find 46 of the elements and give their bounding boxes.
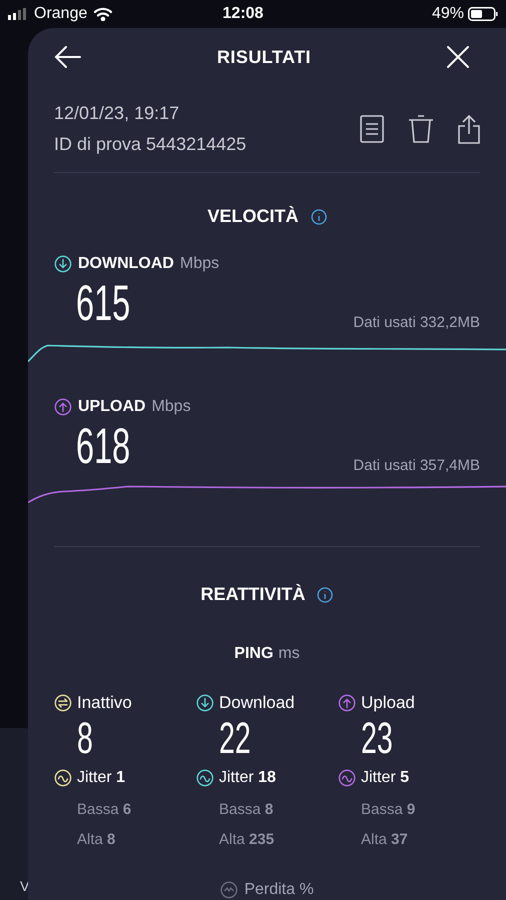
low-value: Bassa 6	[77, 800, 132, 820]
data-used: Dati usati 332,2MB	[353, 312, 480, 332]
speed-value: 618	[76, 421, 130, 471]
section-title: VELOCITÀ	[207, 205, 298, 228]
wave-icon	[54, 768, 72, 786]
ping-column-label: Download	[219, 692, 295, 714]
report-icon[interactable]	[360, 115, 384, 143]
section-title: REATTIVITÀ	[200, 583, 306, 606]
high-value: Alta 8	[77, 830, 116, 850]
info-icon[interactable]	[310, 208, 326, 224]
wifi-icon	[93, 7, 114, 21]
delete-icon[interactable]	[408, 114, 434, 144]
ping-column-label: Inattivo	[77, 692, 132, 714]
wave-icon	[196, 768, 214, 786]
test-date: 12/01/23, 19:17	[54, 102, 180, 125]
jitter-value: Jitter 18	[219, 768, 276, 788]
metric-unit: Mbps	[152, 397, 191, 417]
ping-label: PING	[234, 644, 274, 664]
metric-unit: Mbps	[180, 254, 220, 274]
wave-icon	[338, 768, 356, 786]
ping-value: 8	[77, 716, 93, 762]
ping-unit: ms	[278, 644, 300, 664]
ping-value: 22	[219, 716, 251, 762]
info-icon[interactable]	[317, 586, 334, 602]
battery-percent: 49%	[432, 4, 464, 24]
share-icon[interactable]	[458, 114, 480, 144]
clock-time: 12:08	[222, 4, 264, 24]
jitter-value: Jitter 1	[77, 768, 126, 788]
battery-icon	[468, 7, 498, 21]
loss-label: Perdita %	[244, 880, 314, 900]
loss-icon	[220, 880, 238, 898]
test-id: ID di prova 5443214425	[54, 133, 246, 156]
metric-label: UPLOAD	[78, 397, 146, 417]
data-used: Dati usati 357,4MB	[353, 456, 480, 476]
ping-column-label: Upload	[361, 692, 415, 714]
speed-value: 615	[76, 278, 130, 328]
low-value: Bassa 8	[219, 800, 274, 820]
screen-title: RISULTATI	[216, 46, 312, 68]
carrier-name: Orange	[34, 4, 88, 24]
ping-value: 23	[361, 716, 393, 762]
high-value: Alta 235	[219, 830, 276, 850]
metric-label: DOWNLOAD	[78, 254, 174, 274]
low-value: Bassa 9	[361, 800, 416, 820]
signal-icon	[8, 8, 28, 20]
jitter-value: Jitter 5	[361, 768, 410, 788]
high-value: Alta 37	[361, 830, 409, 850]
